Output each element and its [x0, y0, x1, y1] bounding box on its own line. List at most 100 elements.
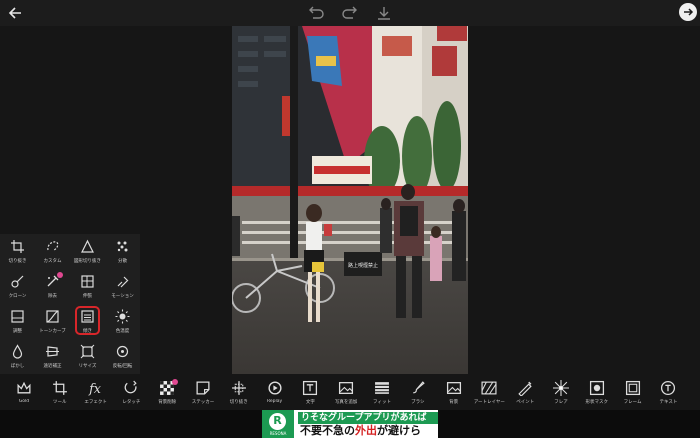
ad-logo: R RESONA	[262, 410, 294, 438]
toolbar-cutout[interactable]: 切り抜き	[221, 376, 257, 410]
curves-icon	[46, 310, 59, 323]
tool-label: 除去	[48, 294, 57, 299]
tool-label: 調整	[13, 329, 22, 334]
toolbar-tools[interactable]: ツール	[42, 376, 78, 410]
tool-label: 切り抜き	[8, 259, 27, 264]
toolbar-gold[interactable]: Gold	[6, 376, 42, 410]
next-arrow-icon[interactable]	[679, 3, 697, 21]
tool-brightness[interactable]: 色温度	[105, 304, 140, 339]
brush-icon	[412, 381, 425, 394]
toolbar-background[interactable]: 背景	[436, 376, 472, 410]
toolbar-shape-mask[interactable]: 形状マスク	[579, 376, 615, 410]
tool-tilt[interactable]: 傾き	[70, 304, 105, 339]
tool-resize[interactable]: リサイズ	[70, 339, 105, 374]
tool-label: ぼかし	[10, 364, 25, 369]
tool-label: カスタム	[43, 259, 62, 264]
back-arrow-icon[interactable]	[6, 4, 24, 22]
toolbar-paint[interactable]: ペイント	[507, 376, 543, 410]
toolbar-frame[interactable]: フレーム	[615, 376, 651, 410]
redo-icon[interactable]	[341, 5, 359, 21]
tool-label: トーンカーブ	[39, 329, 66, 334]
crop-tool-icon	[52, 381, 67, 395]
toolbar-flare[interactable]: フレア	[543, 376, 579, 410]
sticker-icon	[196, 381, 210, 395]
text-icon	[303, 380, 318, 396]
ad-headline: りそなグループアプリがあれば	[298, 412, 438, 424]
add-photo-icon	[339, 382, 354, 394]
tool-crop[interactable]: 切り抜き	[0, 234, 35, 269]
tool-motion[interactable]: モーション	[105, 269, 140, 304]
svg-text:fx: fx	[88, 382, 102, 396]
tool-label: 反転/回転	[112, 364, 133, 369]
edited-photo[interactable]: 路上喫煙禁止	[232, 26, 468, 374]
tool-adjust[interactable]: 調整	[0, 304, 35, 339]
text-circle-icon	[661, 380, 676, 396]
toolbar-effects[interactable]: fx エフェクト	[78, 376, 114, 410]
tool-label: クローン	[8, 294, 27, 299]
toolbar-edit-layer[interactable]: アートレイヤー	[471, 376, 507, 410]
adjust-icon	[11, 310, 24, 323]
lasso-icon	[47, 241, 59, 251]
top-bar	[0, 0, 700, 26]
crown-icon	[17, 381, 31, 394]
paint-icon	[518, 381, 532, 396]
tool-label: リサイズ	[78, 364, 97, 369]
motion-icon	[117, 276, 129, 288]
toolbar-text-tool[interactable]: テキスト	[650, 376, 686, 410]
crop-icon	[11, 240, 24, 253]
dispersion-icon	[117, 241, 128, 252]
tool-grid-panel: 切り抜き カスタム 図形切り抜き 分散クローン 除去 伸張 モーション調整 トーンカーブ 傾き 色…	[0, 234, 140, 374]
toolbar-brush[interactable]: ブラシ	[400, 376, 436, 410]
ad-subline: 不要不急の外出が避けら	[300, 424, 438, 438]
replay-icon	[268, 381, 282, 395]
toolbar-fit[interactable]: フィット	[364, 376, 400, 410]
save-download-icon[interactable]	[375, 4, 393, 22]
shape-mask-icon	[589, 380, 604, 396]
tool-shape-crop[interactable]: 図形切り抜き	[70, 234, 105, 269]
tool-blur[interactable]: ぼかし	[0, 339, 35, 374]
bottom-toolbar: Gold ツール fx エフェクト レタッチ 背景削除 ステッカー 切り抜き Replay 文字写…	[0, 376, 700, 410]
toolbar-label: テキスト	[659, 400, 678, 405]
tilt-icon	[81, 310, 94, 323]
new-badge	[172, 379, 179, 385]
tool-label: 遠近補正	[43, 364, 62, 369]
tool-label: モーション	[111, 294, 134, 299]
undo-icon[interactable]	[307, 5, 325, 21]
street-scene-image: 路上喫煙禁止	[232, 26, 468, 374]
toolbar-sticker[interactable]: ステッカー	[185, 376, 221, 410]
flare-icon	[553, 380, 569, 396]
sun-icon	[115, 309, 130, 324]
toolbar-replay[interactable]: Replay	[257, 376, 293, 410]
frame-icon	[625, 380, 640, 396]
tool-remove[interactable]: 除去	[35, 269, 70, 304]
ad-subline-suffix: が避けら	[377, 424, 421, 437]
tool-clone[interactable]: クローン	[0, 269, 35, 304]
toolbar-text[interactable]: 文字	[292, 376, 328, 410]
tool-custom[interactable]: カスタム	[35, 234, 70, 269]
tool-label: 図形切り抜き	[74, 259, 101, 264]
fx-icon: fx	[88, 382, 102, 396]
tool-stretch[interactable]: 伸張	[70, 269, 105, 304]
tool-curves[interactable]: トーンカーブ	[35, 304, 70, 339]
ad-logo-text: RESONA	[269, 431, 287, 436]
ad-subline-prefix: 不要不急の	[300, 424, 355, 437]
resize-icon	[80, 344, 95, 359]
toolbar-retouch[interactable]: レタッチ	[113, 376, 149, 410]
retouch-icon	[125, 380, 138, 394]
new-badge	[57, 272, 63, 278]
tool-label: 分散	[118, 259, 127, 264]
tool-perspective[interactable]: 遠近補正	[35, 339, 70, 374]
perspective-icon	[46, 346, 59, 357]
toolbar-ai-bg[interactable]: 背景削除	[149, 376, 185, 410]
ad-banner[interactable]: R RESONA りそなグループアプリがあれば 不要不急の外出が避けら	[262, 410, 438, 438]
tool-label: 伸張	[83, 294, 92, 299]
droplet-icon	[12, 344, 23, 359]
tool-dispersion[interactable]: 分散	[105, 234, 140, 269]
tool-flip-rotate[interactable]: 反転/回転	[105, 339, 140, 374]
rotate-icon	[116, 345, 129, 358]
cutout-icon	[231, 381, 246, 395]
background-icon	[446, 382, 461, 394]
layer-icon	[481, 381, 497, 395]
toolbar-add-photo[interactable]: 写真を追加	[328, 376, 364, 410]
triangle-icon	[81, 239, 94, 253]
